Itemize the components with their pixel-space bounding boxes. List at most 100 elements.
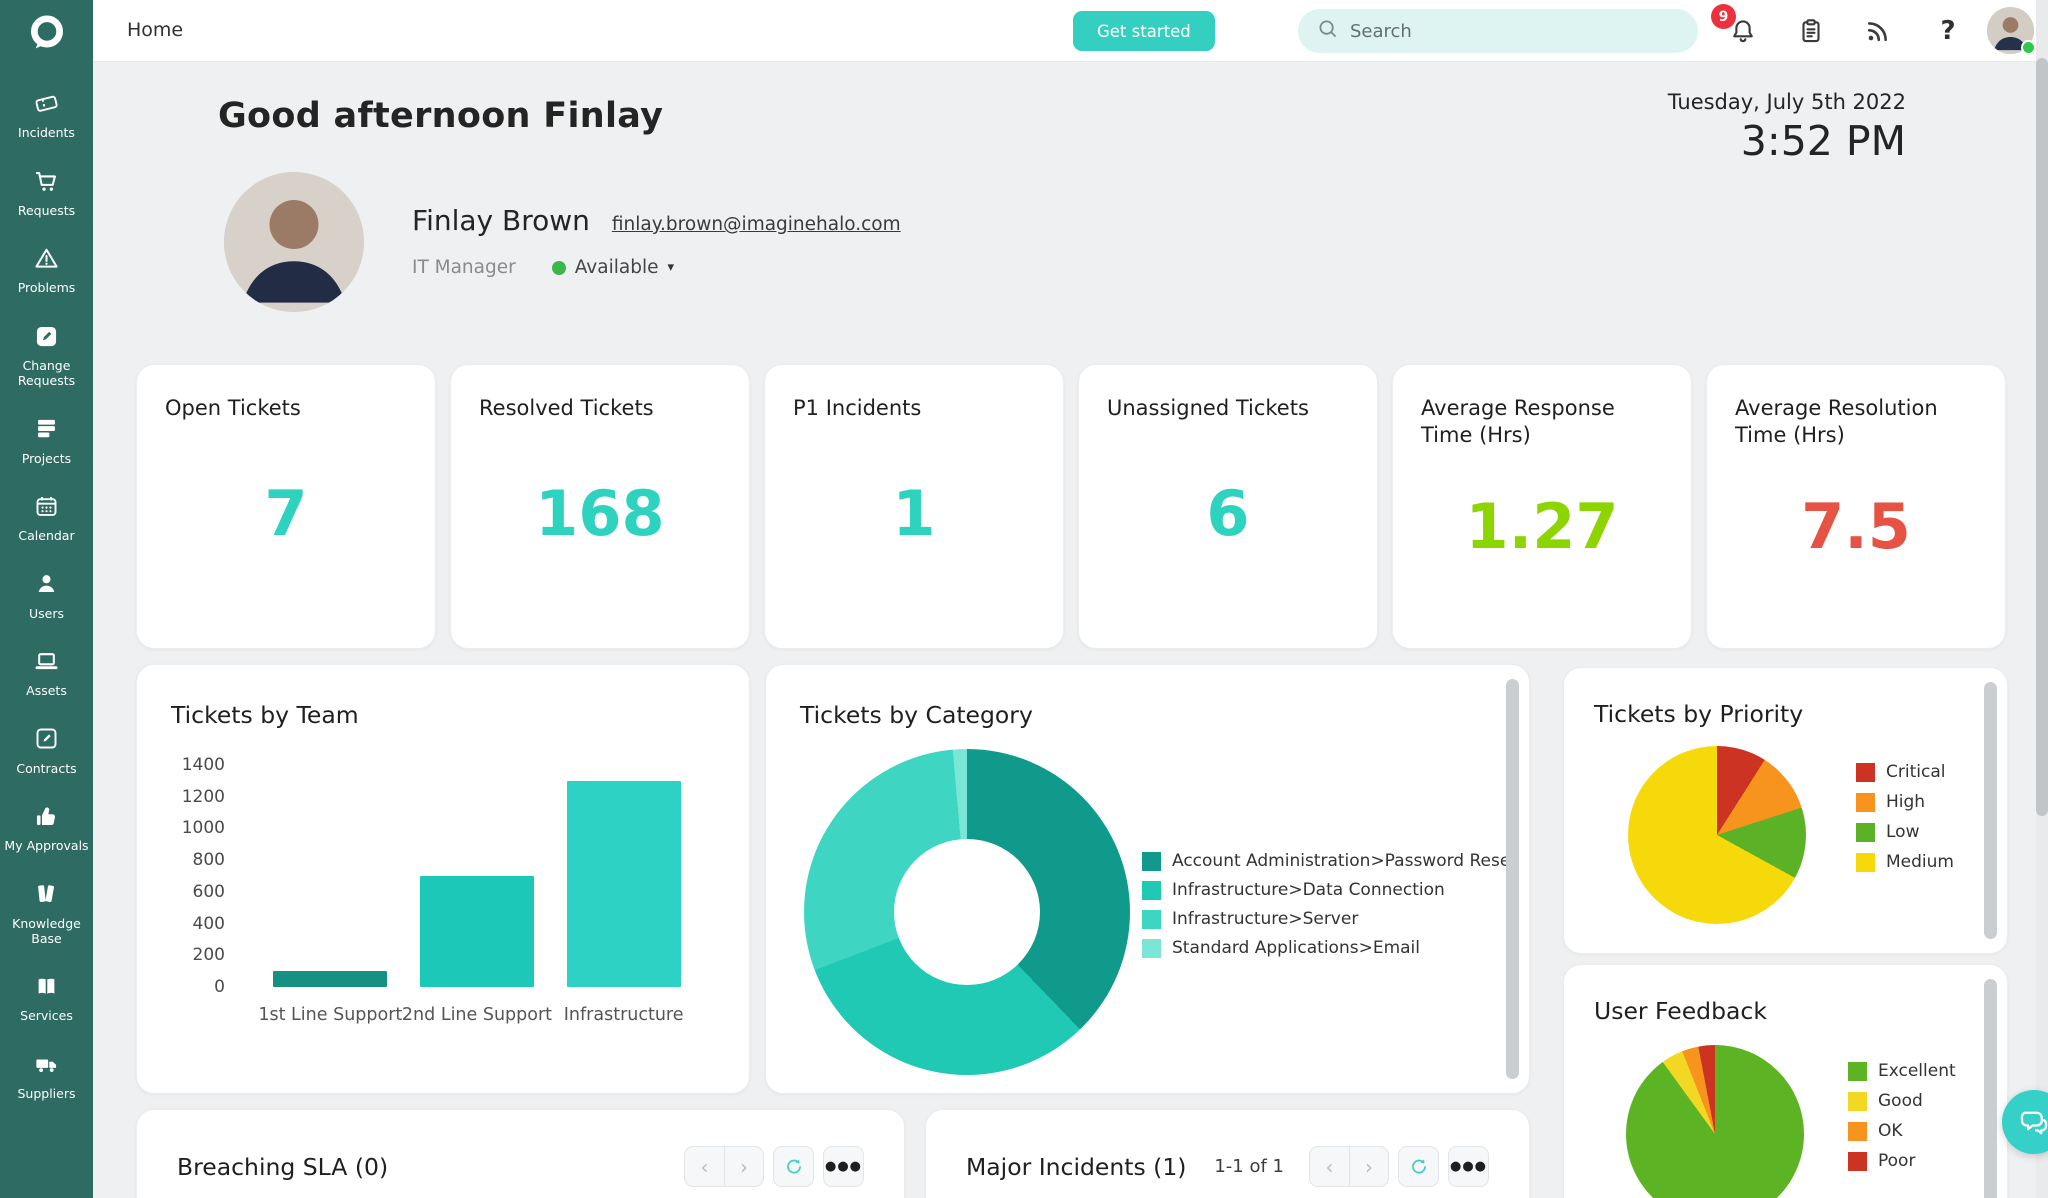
legend-item: High [1856, 792, 1954, 812]
sidebar-item-change-requests[interactable]: Change Requests [0, 323, 93, 389]
panel-title: Breaching SLA (0) [177, 1153, 388, 1181]
sidebar-item-label: Change Requests [2, 358, 91, 389]
stat-card: Resolved Tickets168 [450, 364, 750, 649]
books-icon [33, 880, 60, 910]
sidebar-item-knowledge-base[interactable]: Knowledge Base [0, 880, 93, 946]
more-options-button[interactable]: ●●● [823, 1146, 864, 1187]
profile-role: IT Manager [412, 257, 516, 278]
sidebar-item-label: Services [20, 1008, 73, 1023]
legend-item: Good [1848, 1091, 1956, 1111]
sidebar-item-projects[interactable]: Projects [0, 415, 93, 466]
profile-photo [224, 172, 364, 312]
cart-icon [33, 168, 60, 198]
legend-label: Poor [1878, 1151, 1915, 1171]
stat-card-title: Unassigned Tickets [1107, 395, 1349, 422]
card-scrollbar[interactable] [1984, 979, 1997, 1198]
y-axis-tick: 400 [193, 914, 225, 934]
legend-item: Excellent [1848, 1061, 1956, 1081]
bar-chart-plot: 1st Line Support2nd Line SupportInfrastr… [257, 765, 697, 987]
calendar-icon [33, 493, 60, 523]
open-book-icon [33, 973, 60, 1003]
sidebar-item-my-approvals[interactable]: My Approvals [0, 803, 93, 854]
status-label: Available [575, 257, 659, 278]
legend-swatch-icon [1142, 910, 1161, 929]
tickets-by-priority-card: Tickets by Priority CriticalHighLowMediu… [1563, 667, 2008, 954]
next-page-button[interactable]: › [724, 1147, 763, 1186]
tab-home[interactable]: Home [127, 19, 183, 41]
sidebar-item-label: Problems [18, 280, 76, 295]
legend-item: Standard Applications>Email [1142, 938, 1517, 958]
contract-icon [33, 725, 60, 755]
prev-page-button[interactable]: ‹ [1310, 1147, 1349, 1186]
y-axis-tick: 0 [214, 977, 225, 997]
page-scrollbar[interactable] [2036, 0, 2048, 1198]
sidebar: Incidents Requests Problems Change Requests… [0, 0, 93, 1198]
user-avatar[interactable] [1987, 7, 2034, 54]
sidebar-item-label: Assets [26, 683, 67, 698]
legend-swatch-icon [1856, 853, 1875, 872]
stat-card: Unassigned Tickets 6 [1078, 364, 1378, 649]
category-legend: Account Administration>Password Reset Inf… [1142, 851, 1517, 958]
card-scrollbar[interactable] [1984, 682, 1997, 939]
bar-category-label: 2nd Line Support [392, 1005, 562, 1025]
sidebar-item-calendar[interactable]: Calendar [0, 493, 93, 544]
bar [567, 781, 681, 987]
legend-label: Infrastructure>Data Connection [1172, 880, 1445, 900]
next-page-button[interactable]: › [1349, 1147, 1388, 1186]
sidebar-item-users[interactable]: Users [0, 570, 93, 621]
rss-icon[interactable] [1863, 16, 1893, 46]
more-options-button[interactable]: ●●● [1448, 1146, 1489, 1187]
get-started-button[interactable]: Get started [1073, 11, 1215, 51]
sidebar-item-label: Contracts [16, 761, 76, 776]
stat-card-title: Average Resolution Time (Hrs) [1735, 395, 1977, 450]
sidebar-item-contracts[interactable]: Contracts [0, 725, 93, 776]
sidebar-item-label: Knowledge Base [2, 916, 91, 947]
legend-swatch-icon [1142, 881, 1161, 900]
chat-icon [2017, 1105, 2048, 1139]
sidebar-item-assets[interactable]: Assets [0, 648, 93, 699]
stat-card-value: 1 [892, 477, 935, 564]
priority-pie-chart [1628, 746, 1806, 924]
sidebar-item-requests[interactable]: Requests [0, 168, 93, 219]
prev-page-button[interactable]: ‹ [685, 1147, 724, 1186]
legend-label: Medium [1886, 852, 1954, 872]
priority-legend: CriticalHighLowMedium [1856, 762, 1954, 872]
donut-hole [894, 839, 1040, 985]
legend-swatch-icon [1848, 1092, 1867, 1111]
user-feedback-card: User Feedback ExcellentGoodOKPoor [1563, 964, 2008, 1198]
avatar-status-dot [2021, 40, 2036, 55]
stat-card-title: Average Response Time (Hrs) [1421, 395, 1663, 450]
stat-card-value: 7 [264, 477, 307, 564]
warning-icon [33, 245, 60, 275]
legend-label: Account Administration>Password Reset [1172, 851, 1517, 871]
refresh-button[interactable] [773, 1146, 814, 1187]
availability-dropdown[interactable]: Available ▾ [552, 257, 674, 278]
sidebar-item-problems[interactable]: Problems [0, 245, 93, 296]
search-bar[interactable] [1298, 9, 1698, 53]
profile-email-link[interactable]: finlay.brown@imaginehalo.com [612, 214, 901, 235]
legend-label: Critical [1886, 762, 1945, 782]
bar-category-label: Infrastructure [539, 1005, 709, 1025]
legend-label: Excellent [1878, 1061, 1956, 1081]
legend-swatch-icon [1142, 939, 1161, 958]
sidebar-nav: Incidents Requests Problems Change Requests… [0, 90, 93, 1101]
sidebar-item-services[interactable]: Services [0, 973, 93, 1024]
help-icon[interactable]: ? [1933, 16, 1963, 46]
current-time: 3:52 PM [1668, 117, 1906, 165]
search-input[interactable] [1350, 21, 1680, 42]
scrollbar-thumb[interactable] [2036, 58, 2048, 816]
breaching-sla-card: Breaching SLA (0) ‹ › ●●● [136, 1109, 905, 1198]
sidebar-item-suppliers[interactable]: Suppliers [0, 1051, 93, 1102]
chevron-down-icon: ▾ [667, 260, 674, 275]
refresh-button[interactable] [1398, 1146, 1439, 1187]
current-date: Tuesday, July 5th 2022 [1668, 90, 1906, 114]
card-scrollbar[interactable] [1506, 679, 1519, 1079]
bar [420, 876, 534, 987]
stat-card-value: 6 [1206, 477, 1249, 564]
ticket-icon [33, 90, 60, 120]
stat-card-title: P1 Incidents [793, 395, 1035, 422]
sidebar-item-incidents[interactable]: Incidents [0, 90, 93, 141]
clipboard-icon[interactable] [1796, 16, 1826, 46]
page-title: Good afternoon Finlay [218, 96, 663, 136]
halo-logo-icon[interactable] [24, 10, 70, 56]
